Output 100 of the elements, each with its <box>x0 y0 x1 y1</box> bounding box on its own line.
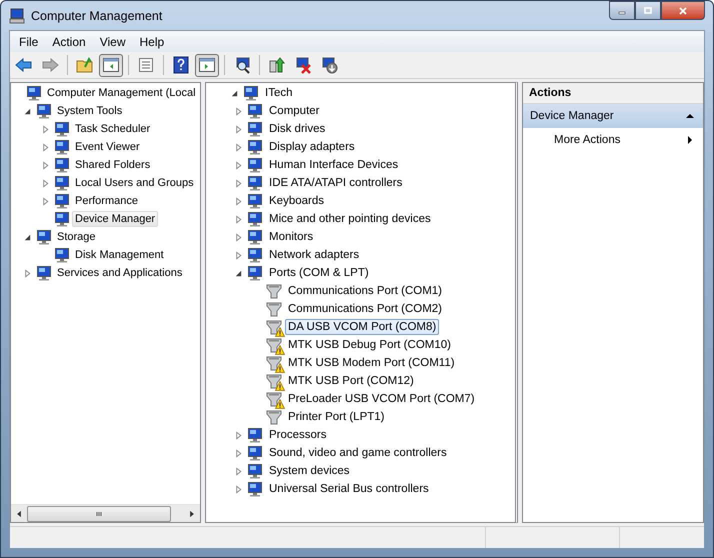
tree-item[interactable]: Network adapters <box>266 247 362 263</box>
monitor-icon <box>247 157 263 173</box>
expand-arrow-icon[interactable] <box>234 196 243 206</box>
action-section-header[interactable]: Device Manager <box>523 104 703 128</box>
forward-arrow-icon <box>41 56 59 74</box>
expand-arrow-icon[interactable] <box>41 124 50 134</box>
toolbar-button[interactable] <box>99 54 123 76</box>
menu-item[interactable]: View <box>92 32 132 50</box>
tree-item[interactable]: ITech <box>262 85 296 101</box>
collapse-arrow-icon[interactable] <box>23 232 32 242</box>
computer-icon <box>9 8 25 24</box>
tree-item[interactable]: Storage <box>54 229 99 245</box>
tree-item[interactable]: Processors <box>266 427 330 443</box>
monitor-icon <box>247 481 263 497</box>
monitor-icon <box>247 463 263 479</box>
list-icon <box>137 56 155 74</box>
expand-arrow-icon[interactable] <box>234 448 243 458</box>
expand-arrow-icon[interactable] <box>234 178 243 188</box>
port-icon <box>266 373 282 389</box>
monitor-icon <box>54 139 70 155</box>
tree-item[interactable]: Disk Management <box>72 247 167 263</box>
tree-item[interactable]: Sound, video and game controllers <box>266 445 450 461</box>
panel-icon <box>198 56 216 74</box>
tree-item[interactable]: System Tools <box>54 103 126 119</box>
tree-item[interactable]: Computer <box>266 103 322 119</box>
expand-arrow-icon[interactable] <box>234 124 243 134</box>
tree-item[interactable]: Human Interface Devices <box>266 157 402 173</box>
collapse-arrow-icon[interactable] <box>230 88 239 98</box>
port-icon <box>266 355 282 371</box>
panel-icon <box>102 56 120 74</box>
tree-item[interactable]: Computer Management (Local <box>44 85 199 101</box>
minimize-button[interactable] <box>609 1 635 20</box>
tree-item[interactable]: MTK USB Debug Port (COM10) <box>285 337 454 353</box>
tree-item[interactable]: Universal Serial Bus controllers <box>266 481 432 497</box>
monitor-icon <box>54 121 70 137</box>
port-icon <box>266 409 282 425</box>
close-button[interactable] <box>661 1 705 20</box>
window-title: Computer Management <box>31 8 164 22</box>
expand-arrow-icon[interactable] <box>234 214 243 224</box>
menu-item[interactable]: Action <box>45 32 93 50</box>
expand-arrow-icon[interactable] <box>41 196 50 206</box>
maximize-button[interactable] <box>635 1 661 20</box>
horizontal-scrollbar[interactable] <box>11 504 200 522</box>
monitor-icon <box>247 139 263 155</box>
menu-item[interactable]: File <box>12 32 46 50</box>
tree-item[interactable]: Services and Applications <box>54 265 186 281</box>
monitor-icon <box>54 157 70 173</box>
monitor-icon <box>54 247 70 263</box>
tree-item[interactable]: Local Users and Groups <box>72 175 197 191</box>
tree-item[interactable]: Shared Folders <box>72 157 154 173</box>
tree-item[interactable]: DA USB VCOM Port (COM8) <box>285 319 440 335</box>
toolbar-button[interactable] <box>195 54 219 76</box>
tree-item[interactable]: Keyboards <box>266 193 327 209</box>
tree-item[interactable]: Ports (COM & LPT) <box>266 265 372 281</box>
expand-arrow-icon[interactable] <box>41 160 50 170</box>
expand-arrow-icon[interactable] <box>234 484 243 494</box>
expand-arrow-icon[interactable] <box>234 430 243 440</box>
tree-item[interactable]: MTK USB Port (COM12) <box>285 373 417 389</box>
expand-arrow-icon[interactable] <box>234 250 243 260</box>
tree-item[interactable]: Communications Port (COM1) <box>285 283 446 299</box>
tree-item[interactable]: PreLoader USB VCOM Port (COM7) <box>285 391 478 407</box>
monitor-icon <box>26 85 42 101</box>
tree-item[interactable]: MTK USB Modem Port (COM11) <box>285 355 458 371</box>
tree-item[interactable]: Display adapters <box>266 139 358 155</box>
monitor-icon <box>54 211 70 227</box>
port-icon <box>266 319 282 335</box>
tree-item[interactable]: Communications Port (COM2) <box>285 301 446 317</box>
tree-item[interactable]: Task Scheduler <box>72 121 154 137</box>
expand-arrow-icon[interactable] <box>41 142 50 152</box>
port-icon <box>266 301 282 317</box>
maximize-icon <box>643 6 653 16</box>
menu-item[interactable]: Help <box>132 32 172 50</box>
expand-arrow-icon[interactable] <box>234 142 243 152</box>
monitor-icon <box>247 229 263 245</box>
expand-arrow-icon[interactable] <box>234 232 243 242</box>
port-icon <box>266 283 282 299</box>
port-icon <box>266 337 282 353</box>
monitor-icon <box>36 103 52 119</box>
expand-arrow-icon[interactable] <box>234 160 243 170</box>
monitor-icon <box>247 193 263 209</box>
tree-item[interactable]: IDE ATA/ATAPI controllers <box>266 175 406 191</box>
monitor-icon <box>247 121 263 137</box>
expand-arrow-icon[interactable] <box>234 466 243 476</box>
expand-arrow-icon[interactable] <box>41 178 50 188</box>
monitor-icon <box>54 193 70 209</box>
grip-icon <box>95 510 103 516</box>
tree-item[interactable]: Performance <box>72 193 141 209</box>
action-link[interactable]: More Actions <box>554 134 620 146</box>
tree-item[interactable]: Mice and other pointing devices <box>266 211 434 227</box>
expand-arrow-icon[interactable] <box>234 106 243 116</box>
monitor-icon <box>247 265 263 281</box>
tree-item[interactable]: Event Viewer <box>72 139 143 155</box>
tree-item[interactable]: Disk drives <box>266 121 328 137</box>
tree-item[interactable]: Printer Port (LPT1) <box>285 409 388 425</box>
collapse-arrow-icon[interactable] <box>23 106 32 116</box>
collapse-arrow-icon[interactable] <box>234 268 243 278</box>
monitor-icon <box>243 85 259 101</box>
expand-arrow-icon[interactable] <box>23 268 32 278</box>
tree-item[interactable]: Monitors <box>266 229 316 245</box>
tree-item[interactable]: System devices <box>266 463 353 479</box>
